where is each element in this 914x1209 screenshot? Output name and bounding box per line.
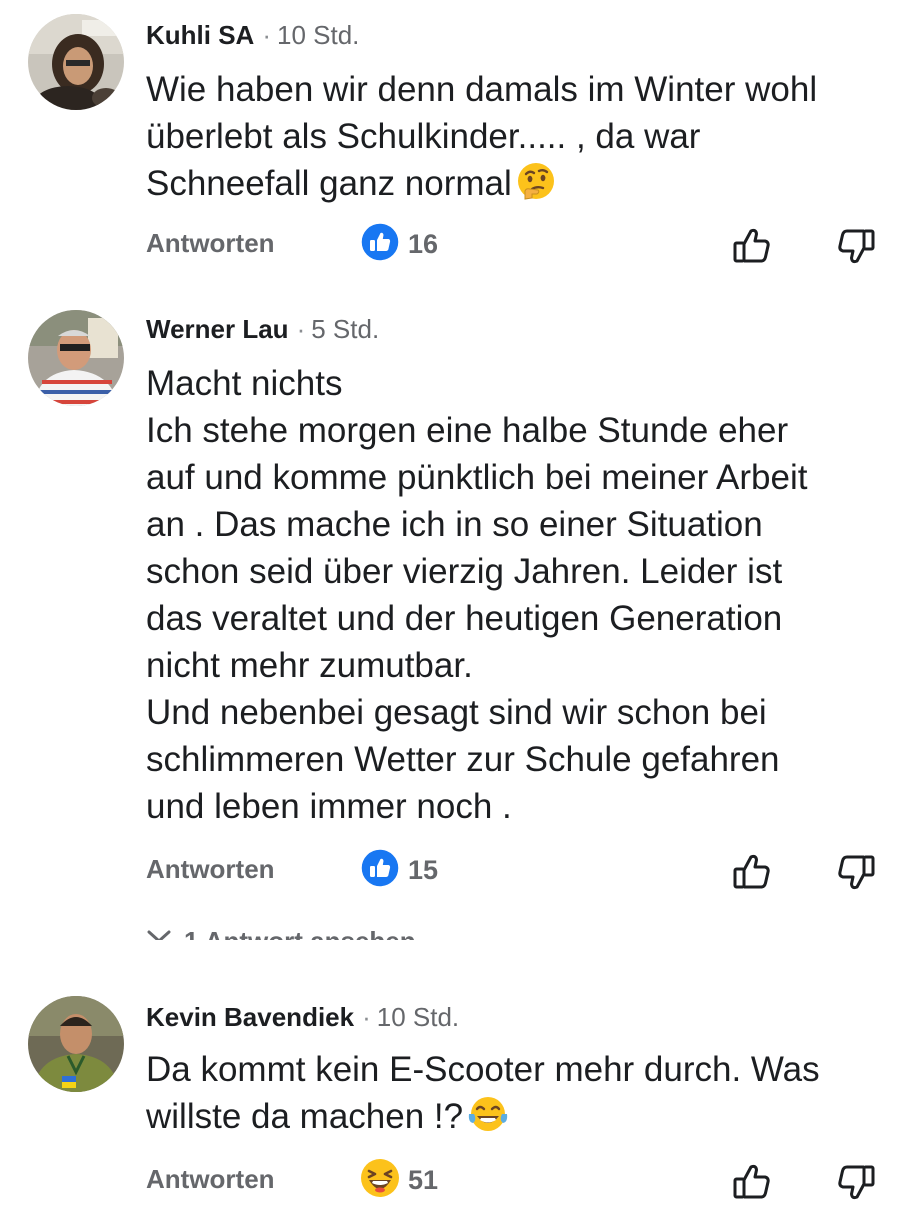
thinking-face-icon: [516, 161, 556, 213]
separator: ·: [262, 20, 272, 50]
like-reaction-icon: [360, 847, 400, 893]
comment-header: Werner Lau · 5 Std.: [146, 314, 379, 344]
comment-text: Da kommt kein E-Scooter mehr durch. Was …: [146, 1046, 886, 1146]
avatar[interactable]: [28, 14, 124, 110]
reaction-count: 15: [408, 854, 439, 885]
comment-actions: Antworten 51: [146, 1158, 886, 1204]
comment-header: Kuhli SA · 10 Std.: [146, 20, 359, 50]
chevron-down-icon: [146, 920, 172, 940]
timestamp[interactable]: 10 Std.: [377, 1002, 459, 1032]
thumbs-up-icon[interactable]: [730, 224, 774, 268]
like-reaction-icon: [360, 221, 400, 267]
author-name[interactable]: Kevin Bavendiek: [146, 1002, 354, 1032]
reply-button[interactable]: Antworten: [146, 228, 275, 259]
thumbs-up-icon[interactable]: [730, 850, 774, 894]
avatar[interactable]: [28, 996, 124, 1092]
separator: ·: [296, 314, 306, 344]
comment-text: Wie haben wir denn damals im Winter wohl…: [146, 66, 886, 213]
avatar[interactable]: [28, 310, 124, 406]
comment-body: Macht nichts Ich stehe morgen eine halbe…: [146, 364, 808, 826]
thumbs-down-icon[interactable]: [834, 850, 878, 894]
timestamp[interactable]: 10 Std.: [277, 20, 359, 50]
reaction-count: 51: [408, 1164, 439, 1195]
author-name[interactable]: Werner Lau: [146, 314, 289, 344]
separator: ·: [362, 1002, 371, 1032]
reaction-summary[interactable]: 51: [360, 1158, 439, 1203]
reaction-count: 16: [408, 228, 439, 259]
thumbs-down-icon[interactable]: [834, 224, 878, 268]
comment-body: Wie haben wir denn damals im Winter wohl…: [146, 70, 818, 203]
view-replies-link[interactable]: 1 Antwort ansehen: [146, 920, 416, 940]
tears-of-joy-icon: [467, 1094, 509, 1146]
view-replies-label: 1 Antwort ansehen: [184, 926, 416, 940]
thumbs-up-icon[interactable]: [730, 1160, 774, 1204]
haha-reaction-icon: [360, 1158, 400, 1203]
reaction-summary[interactable]: 15: [360, 847, 439, 893]
thumbs-down-icon[interactable]: [834, 1160, 878, 1204]
author-name[interactable]: Kuhli SA: [146, 20, 254, 50]
comment-header: Kevin Bavendiek · 10 Std.: [146, 1002, 459, 1032]
comment-actions: Antworten 16: [146, 221, 886, 268]
comment-actions: Antworten 15: [146, 847, 886, 894]
reply-button[interactable]: Antworten: [146, 854, 275, 885]
reaction-summary[interactable]: 16: [360, 221, 439, 267]
reply-button[interactable]: Antworten: [146, 1164, 275, 1195]
comment-text: Macht nichts Ich stehe morgen eine halbe…: [146, 360, 886, 830]
timestamp[interactable]: 5 Std.: [311, 314, 379, 344]
